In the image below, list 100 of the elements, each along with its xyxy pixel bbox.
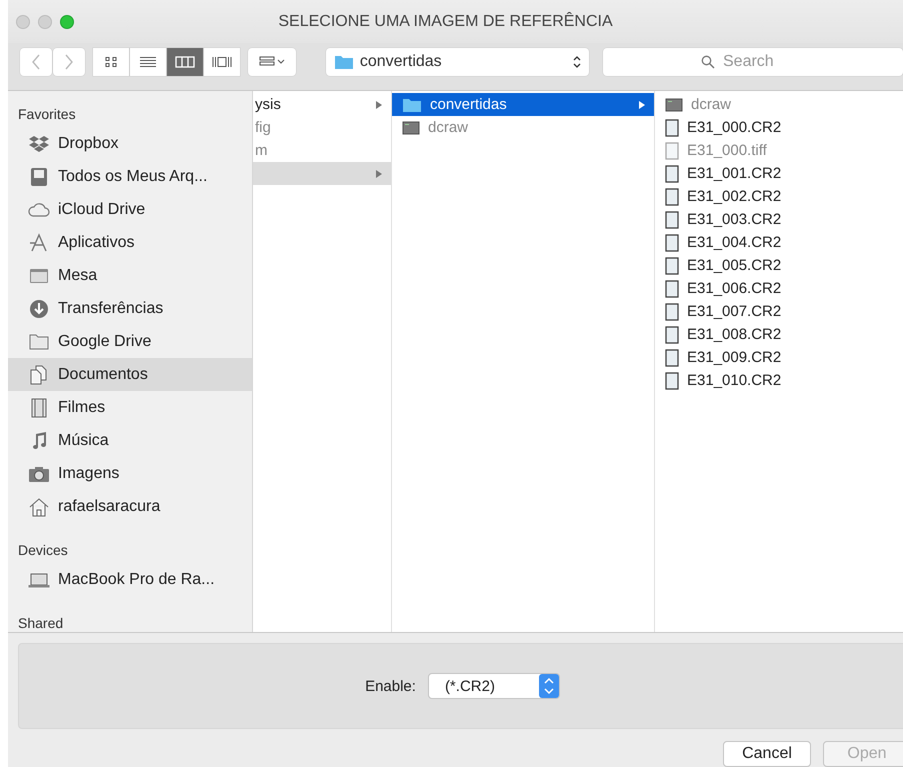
list-view-button[interactable] [130, 48, 166, 76]
columns-icon [175, 56, 195, 68]
document-icon [665, 326, 679, 344]
file-list-row[interactable]: E31_003.CR2 [655, 208, 903, 231]
file-name: dcraw [691, 96, 732, 113]
file-list-row[interactable]: dcraw [392, 116, 654, 139]
document-icon [665, 142, 679, 160]
file-name: E31_005.CR2 [687, 257, 782, 274]
file-name: E31_006.CR2 [687, 280, 782, 297]
sidebar-item[interactable]: Todos os Meus Arq... [8, 160, 252, 193]
columns-view-button[interactable] [167, 48, 203, 76]
document-icon [665, 372, 679, 390]
disclosure-arrow-icon [375, 168, 383, 178]
left-chevron-icon [31, 54, 41, 70]
file-list-row[interactable]: E31_000.CR2 [655, 116, 903, 139]
file-list-row[interactable]: E31_008.CR2 [655, 323, 903, 346]
terminal-icon [665, 98, 683, 112]
document-icon [665, 210, 679, 228]
file-name: E31_010.CR2 [687, 372, 782, 389]
file-list-row[interactable]: dcraw [655, 93, 903, 116]
file-list-row[interactable]: fig [253, 116, 391, 139]
document-icon [665, 256, 679, 274]
list-icon [139, 56, 157, 68]
sidebar-item[interactable]: Imagens [8, 457, 252, 490]
sidebar-section-header: Devices [17, 541, 69, 560]
file-name: convertidas [430, 96, 507, 113]
search-field[interactable]: Search [603, 48, 903, 76]
file-list-row[interactable]: E31_009.CR2 [655, 346, 903, 369]
sidebar-item[interactable]: Filmes [8, 391, 252, 424]
folder-icon [334, 54, 354, 70]
dropbox-icon [28, 134, 50, 154]
file-name: E31_009.CR2 [687, 349, 782, 366]
zoom-button[interactable] [60, 14, 74, 29]
document-icon [665, 188, 679, 206]
file-name: E31_002.CR2 [687, 188, 782, 205]
sidebar-item[interactable]: Aplicativos [8, 226, 252, 259]
file-name: E31_004.CR2 [687, 234, 782, 251]
document-icon [665, 280, 679, 298]
file-list-row[interactable]: E31_004.CR2 [655, 231, 903, 254]
sidebar-item[interactable]: Google Drive [8, 325, 252, 358]
home-icon [28, 496, 50, 516]
sidebar-section-header: Favorites [17, 105, 77, 124]
close-button[interactable] [16, 14, 30, 29]
tray-icon [28, 166, 50, 186]
file-list-row[interactable]: E31_006.CR2 [655, 277, 903, 300]
file-list-row[interactable]: m [253, 139, 391, 162]
file-list-row[interactable]: ysis [253, 93, 391, 116]
updown-arrows-icon [538, 674, 559, 698]
window-title: SELECIONE UMA IMAGEM DE REFERÊNCIA [277, 12, 614, 31]
file-name: m [255, 142, 268, 159]
sidebar-item[interactable]: Mesa [8, 259, 252, 292]
file-type-popup[interactable]: (*.CR2) [428, 673, 560, 699]
document-icon [665, 348, 679, 366]
sidebar-item[interactable]: Música [8, 424, 252, 457]
document-icon [665, 164, 679, 182]
updown-arrows-icon [573, 55, 581, 70]
folder-icon [28, 332, 50, 352]
path-popup[interactable]: convertidas [326, 48, 589, 76]
terminal-icon [402, 120, 420, 134]
document-icon [665, 234, 679, 252]
download-icon [28, 298, 50, 318]
sidebar-item[interactable]: MacBook Pro de Ra... [8, 563, 252, 596]
sidebar-section-header: Shared [17, 614, 64, 632]
file-name: E31_003.CR2 [687, 211, 782, 228]
cancel-button[interactable]: Cancel [723, 741, 811, 767]
file-list-row[interactable]: convertidas [392, 93, 654, 116]
minimize-button[interactable] [38, 14, 52, 29]
file-name: fig [255, 119, 271, 136]
folder-icon [402, 96, 422, 112]
right-chevron-icon [64, 54, 74, 70]
file-list-row[interactable]: E31_005.CR2 [655, 254, 903, 277]
file-list-row[interactable]: E31_001.CR2 [655, 162, 903, 185]
icons-view-button[interactable] [93, 48, 129, 76]
file-list-row[interactable]: E31_007.CR2 [655, 300, 903, 323]
sidebar-item[interactable]: Dropbox [8, 127, 252, 160]
file-name: E31_007.CR2 [687, 303, 782, 320]
sidebar-item[interactable]: rafaelsaracura [8, 490, 252, 523]
grid-icon [104, 56, 118, 68]
document-icon [665, 302, 679, 320]
file-name: E31_000.tiff [687, 142, 767, 159]
search-icon [701, 55, 715, 70]
file-list-row[interactable]: E31_000.tiff [655, 139, 903, 162]
sidebar-item[interactable]: Transferências [8, 292, 252, 325]
coverflow-view-button[interactable] [204, 48, 240, 76]
file-name: ysis [255, 96, 281, 113]
sidebar-item[interactable]: iCloud Drive [8, 193, 252, 226]
arrange-button[interactable] [248, 48, 296, 76]
file-list-row[interactable]: E31_010.CR2 [655, 369, 903, 392]
file-name: dcraw [428, 119, 468, 136]
cover-flow-icon [211, 56, 233, 68]
file-name: E31_008.CR2 [687, 326, 782, 343]
disclosure-arrow-icon [638, 100, 646, 110]
disclosure-arrow-icon [375, 100, 383, 110]
file-name: E31_001.CR2 [687, 165, 782, 182]
file-list-row[interactable]: E31_002.CR2 [655, 185, 903, 208]
sidebar-item[interactable]: Documentos [8, 358, 252, 391]
file-name: E31_000.CR2 [687, 119, 782, 136]
document-icon [665, 118, 679, 136]
arrange-icon [258, 56, 285, 68]
enable-label: Enable: [365, 678, 416, 694]
